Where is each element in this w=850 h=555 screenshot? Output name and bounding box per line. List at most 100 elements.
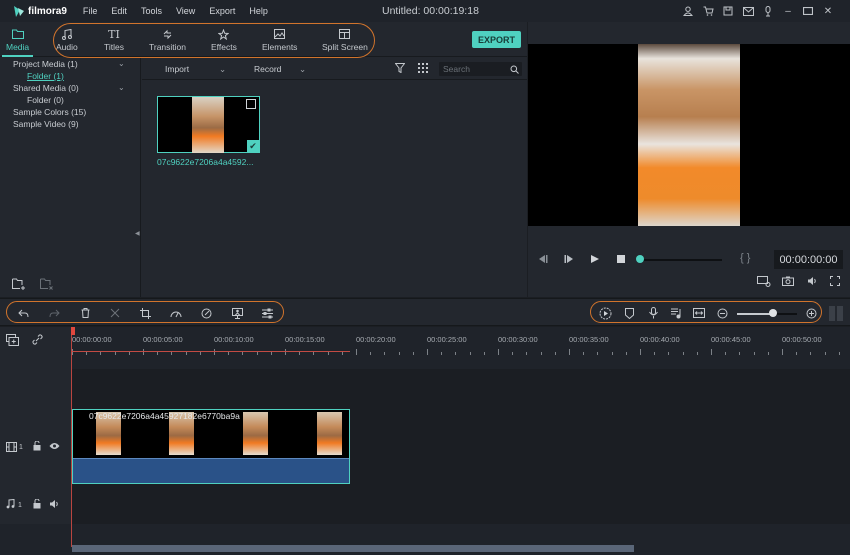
play-icon[interactable] [590,254,600,267]
tab-label: Split Screen [322,42,368,52]
account-icon[interactable] [678,4,698,18]
ruler-label: 00:00:50:00 [782,335,822,344]
text-icon: TI [108,27,120,41]
download-icon[interactable] [758,4,778,18]
fullscreen-icon[interactable] [830,276,840,289]
filter-icon[interactable] [394,63,406,75]
tree-item-folder-0[interactable]: Folder (0) [27,95,64,105]
voiceover-microphone-icon[interactable] [646,306,660,320]
menu-export[interactable]: Export [209,6,235,16]
speed-icon[interactable] [169,306,183,320]
record-dropdown-icon[interactable]: ⌄ [299,64,306,75]
link-icon[interactable] [32,334,43,347]
preview-timecode: 00:00:00:00 [774,250,843,269]
preview-progress-handle[interactable] [636,255,644,263]
playhead-handle[interactable] [71,327,75,335]
lock-icon[interactable] [33,440,41,453]
music-note-icon [61,26,72,42]
menu-tools[interactable]: Tools [141,6,162,16]
chevron-down-icon[interactable]: ⌄ [118,59,125,68]
import-button[interactable]: Import [165,64,189,74]
stop-icon[interactable] [616,254,626,267]
color-palette-icon[interactable] [199,306,213,320]
menu-view[interactable]: View [176,6,195,16]
folder-icon [11,26,24,42]
snapshot-camera-icon[interactable] [782,276,794,289]
timeline-content-range [72,351,350,352]
media-thumbnail[interactable]: ✔ [157,96,260,153]
chevron-down-icon[interactable]: ⌄ [118,83,125,92]
add-folder-icon[interactable] [12,278,26,292]
zoom-in-icon[interactable] [804,306,818,320]
eye-visibility-icon[interactable] [49,442,60,452]
tab-label: Media [6,42,30,52]
lock-icon[interactable] [33,498,41,511]
grid-view-icon[interactable] [418,63,428,75]
toggle-layout-button[interactable] [829,306,843,321]
maximize-icon[interactable] [798,4,818,18]
speaker-icon[interactable] [49,499,60,511]
video-track-number: 1 [19,444,23,451]
tree-item-sample-colors[interactable]: Sample Colors (15) [13,107,86,117]
audio-track-lane [72,484,850,524]
tree-item-shared-media[interactable]: Shared Media (0) [13,83,79,93]
tree-item-folder-1[interactable]: Folder (1) [27,71,64,81]
render-settings-icon[interactable] [757,276,771,290]
tab-elements[interactable]: Elements [262,26,297,52]
window-title: Untitled: 00:00:19:18 [382,5,479,17]
save-icon[interactable] [718,4,738,18]
tree-item-project-media[interactable]: Project Media (1) [13,59,78,69]
crop-icon[interactable] [138,306,152,320]
search-input[interactable]: Search [439,62,522,76]
mark-in-out-brackets[interactable]: { } [740,252,750,264]
record-button[interactable]: Record [254,64,281,74]
media-item-name[interactable]: 07c9622e7206a4a4592... [157,157,253,167]
adjust-settings-icon[interactable] [260,306,274,320]
delete-icon[interactable] [78,306,92,320]
menu-edit[interactable]: Edit [111,6,127,16]
split-screen-icon [339,26,351,42]
timeline-horizontal-scrollbar[interactable] [72,545,634,552]
video-clip[interactable]: 07c9622e7206a4a45927182e6770ba9a [72,409,350,484]
tab-media[interactable]: Media [1,26,34,57]
close-icon[interactable]: ✕ [818,4,838,18]
menu-file[interactable]: File [83,6,98,16]
delete-folder-icon[interactable] [40,278,54,292]
app-name: filmora9 [28,5,67,17]
cut-icon[interactable] [108,306,122,320]
ruler-label: 00:00:20:00 [356,335,396,344]
export-button[interactable]: EXPORT [472,31,521,48]
undo-icon[interactable] [16,306,30,320]
minimize-icon[interactable]: – [778,4,798,18]
audio-mixer-icon[interactable] [669,306,683,320]
import-dropdown-icon[interactable]: ⌄ [219,64,226,75]
green-screen-icon[interactable] [230,306,244,320]
previous-frame-icon[interactable] [538,254,548,267]
zoom-to-fit-icon[interactable] [692,306,706,320]
tab-effects[interactable]: Effects [211,26,237,52]
search-icon[interactable] [510,65,519,74]
tree-item-sample-video[interactable]: Sample Video (9) [13,119,79,129]
playhead-line[interactable] [71,327,72,547]
tab-audio[interactable]: Audio [56,26,78,52]
menu-help[interactable]: Help [249,6,268,16]
cart-icon[interactable] [698,4,718,18]
redo-icon[interactable] [47,306,61,320]
preview-progress-track[interactable] [640,259,722,261]
tab-titles[interactable]: TI Titles [104,26,124,53]
empty-track-lane [72,369,850,409]
mail-icon[interactable] [738,4,758,18]
zoom-out-icon[interactable] [715,306,729,320]
marker-icon[interactable] [622,306,636,320]
preview-video-frame [638,44,740,226]
next-frame-icon[interactable] [564,254,574,267]
render-preview-icon[interactable] [598,306,612,320]
add-track-icon[interactable] [6,334,19,348]
tab-split-screen[interactable]: Split Screen [322,26,368,52]
ruler-label: 00:00:05:00 [143,335,183,344]
collapse-panel-icon[interactable]: ◀ [135,230,140,237]
preview-viewer[interactable] [528,44,850,226]
timeline-zoom-handle[interactable] [769,309,777,317]
volume-icon[interactable] [807,276,818,289]
tab-transition[interactable]: Transition [149,26,186,52]
